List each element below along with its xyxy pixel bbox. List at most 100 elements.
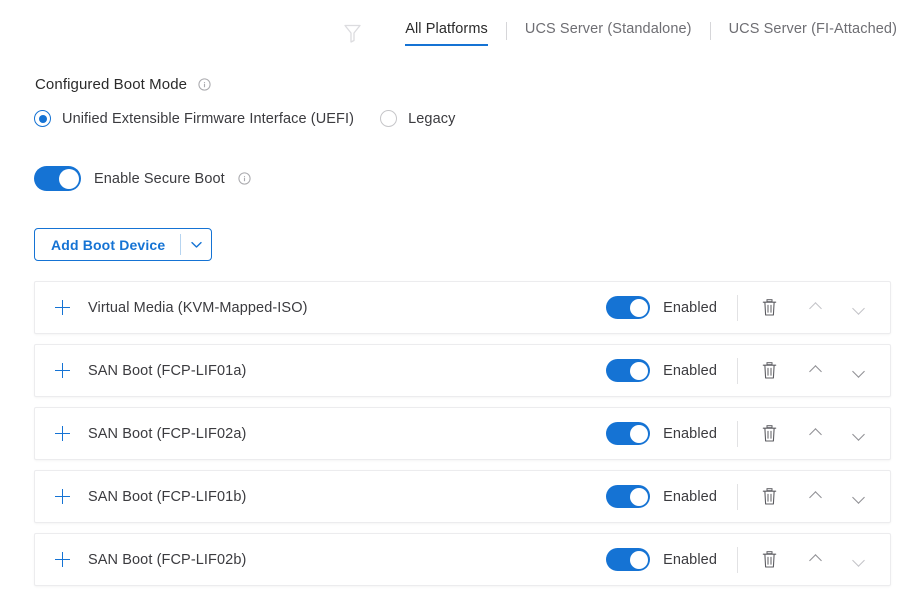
table-row[interactable]: SAN Boot (FCP-LIF01b) Enabled bbox=[34, 470, 891, 523]
tab-label: UCS Server (FI-Attached) bbox=[728, 21, 897, 37]
boot-device-info: Virtual Media (KVM-Mapped-ISO) bbox=[35, 300, 606, 316]
tab-label: All Platforms bbox=[405, 21, 488, 37]
table-row[interactable]: SAN Boot (FCP-LIF02b) Enabled bbox=[34, 533, 891, 586]
toggle-knob bbox=[58, 168, 79, 189]
enable-secure-boot-label: Enable Secure Boot bbox=[94, 170, 225, 187]
status-badge: Enabled bbox=[663, 299, 717, 316]
status-badge: Enabled bbox=[663, 488, 717, 505]
filter-funnel-icon[interactable] bbox=[339, 20, 365, 46]
toggle-knob bbox=[629, 550, 648, 569]
boot-device-enable-toggle[interactable] bbox=[606, 485, 651, 508]
boot-device-enable-toggle[interactable] bbox=[606, 296, 651, 319]
page-title: Configured Boot Mode bbox=[35, 76, 188, 93]
status-badge: Enabled bbox=[663, 551, 717, 568]
chevron-down-glyph bbox=[853, 491, 864, 502]
boot-device-info: SAN Boot (FCP-LIF01b) bbox=[35, 489, 606, 505]
radio-label-uefi: Unified Extensible Firmware Interface (U… bbox=[62, 110, 355, 127]
boot-device-controls: Enabled bbox=[606, 357, 890, 384]
chevron-down-glyph bbox=[853, 554, 864, 565]
chevron-up-glyph bbox=[810, 428, 821, 439]
chevron-up-icon[interactable] bbox=[800, 484, 830, 510]
chevron-down-icon[interactable] bbox=[181, 229, 211, 260]
trash-icon[interactable] bbox=[756, 421, 782, 447]
chevron-down-glyph bbox=[853, 302, 864, 313]
boot-device-info: SAN Boot (FCP-LIF01a) bbox=[35, 363, 606, 379]
radio-label-legacy: Legacy bbox=[408, 110, 456, 127]
status-badge: Enabled bbox=[663, 425, 717, 442]
chevron-up-glyph bbox=[810, 365, 821, 376]
table-row[interactable]: Virtual Media (KVM-Mapped-ISO) Enabled bbox=[34, 281, 891, 334]
trash-icon[interactable] bbox=[756, 358, 782, 384]
active-tab-underline bbox=[405, 43, 488, 46]
plus-icon[interactable] bbox=[55, 300, 70, 315]
table-row[interactable]: SAN Boot (FCP-LIF01a) Enabled bbox=[34, 344, 891, 397]
chevron-down-icon[interactable] bbox=[843, 295, 873, 321]
chevron-down-icon[interactable] bbox=[843, 358, 873, 384]
toggle-knob bbox=[629, 361, 648, 380]
boot-device-enable-toggle[interactable] bbox=[606, 548, 651, 571]
plus-icon[interactable] bbox=[55, 489, 70, 504]
trash-icon[interactable] bbox=[756, 484, 782, 510]
chevron-down-glyph bbox=[853, 428, 864, 439]
enable-secure-boot-toggle[interactable] bbox=[34, 166, 81, 191]
control-divider bbox=[737, 483, 738, 510]
control-divider bbox=[737, 357, 738, 384]
toggle-knob bbox=[629, 424, 648, 443]
chevron-down-glyph bbox=[853, 365, 864, 376]
radio-option-uefi[interactable]: Unified Extensible Firmware Interface (U… bbox=[34, 110, 354, 127]
tab-ucs-server-standalone[interactable]: UCS Server (Standalone) bbox=[507, 18, 710, 46]
radio-indicator-legacy[interactable] bbox=[380, 110, 398, 127]
boot-device-name: Virtual Media (KVM-Mapped-ISO) bbox=[88, 299, 308, 316]
chevron-up-icon[interactable] bbox=[800, 295, 830, 321]
boot-device-info: SAN Boot (FCP-LIF02b) bbox=[35, 552, 606, 568]
info-circle-icon[interactable] bbox=[238, 172, 251, 185]
boot-device-name: SAN Boot (FCP-LIF02a) bbox=[88, 425, 247, 442]
trash-icon[interactable] bbox=[756, 547, 782, 573]
boot-order-policy-panel: All Platforms UCS Server (Standalone) UC… bbox=[0, 0, 923, 606]
tab-label: UCS Server (Standalone) bbox=[524, 21, 692, 37]
control-divider bbox=[737, 546, 738, 573]
tab-all-platforms[interactable]: All Platforms bbox=[387, 18, 506, 46]
boot-device-enable-toggle[interactable] bbox=[606, 422, 651, 445]
boot-device-name: SAN Boot (FCP-LIF01a) bbox=[88, 362, 247, 379]
boot-device-enable-toggle[interactable] bbox=[606, 359, 651, 382]
plus-icon[interactable] bbox=[55, 363, 70, 378]
platform-tabbar: All Platforms UCS Server (Standalone) UC… bbox=[0, 18, 923, 56]
boot-device-controls: Enabled bbox=[606, 420, 890, 447]
chevron-up-glyph bbox=[810, 302, 821, 313]
radio-option-legacy[interactable]: Legacy bbox=[380, 110, 455, 127]
boot-device-info: SAN Boot (FCP-LIF02a) bbox=[35, 426, 606, 442]
boot-device-controls: Enabled bbox=[606, 483, 890, 510]
chevron-down-icon[interactable] bbox=[843, 547, 873, 573]
plus-icon[interactable] bbox=[55, 552, 70, 567]
table-row[interactable]: SAN Boot (FCP-LIF02a) Enabled bbox=[34, 407, 891, 460]
control-divider bbox=[737, 294, 738, 321]
radio-indicator-uefi[interactable] bbox=[34, 110, 51, 127]
toggle-knob bbox=[629, 298, 648, 317]
boot-device-name: SAN Boot (FCP-LIF02b) bbox=[88, 551, 247, 568]
tab-list: All Platforms UCS Server (Standalone) UC… bbox=[387, 18, 915, 54]
status-badge: Enabled bbox=[663, 362, 717, 379]
chevron-up-icon[interactable] bbox=[800, 421, 830, 447]
chevron-up-glyph bbox=[810, 554, 821, 565]
enable-secure-boot-row: Enable Secure Boot bbox=[34, 166, 251, 191]
boot-device-list: Virtual Media (KVM-Mapped-ISO) Enabled S… bbox=[34, 281, 891, 596]
toggle-knob bbox=[629, 487, 648, 506]
add-boot-device-label: Add Boot Device bbox=[51, 236, 166, 253]
configured-boot-mode-header: Configured Boot Mode bbox=[35, 76, 211, 93]
tab-ucs-server-fi-attached[interactable]: UCS Server (FI-Attached) bbox=[711, 18, 915, 46]
chevron-down-icon[interactable] bbox=[843, 484, 873, 510]
chevron-up-icon[interactable] bbox=[800, 547, 830, 573]
boot-device-controls: Enabled bbox=[606, 294, 890, 321]
info-circle-icon[interactable] bbox=[198, 78, 211, 91]
chevron-down-icon[interactable] bbox=[843, 421, 873, 447]
boot-mode-radio-group: Unified Extensible Firmware Interface (U… bbox=[34, 110, 455, 127]
boot-device-name: SAN Boot (FCP-LIF01b) bbox=[88, 488, 247, 505]
boot-device-controls: Enabled bbox=[606, 546, 890, 573]
control-divider bbox=[737, 420, 738, 447]
plus-icon[interactable] bbox=[55, 426, 70, 441]
chevron-up-icon[interactable] bbox=[800, 358, 830, 384]
trash-icon[interactable] bbox=[756, 295, 782, 321]
add-boot-device-button[interactable]: Add Boot Device bbox=[34, 228, 213, 261]
chevron-up-glyph bbox=[810, 491, 821, 502]
